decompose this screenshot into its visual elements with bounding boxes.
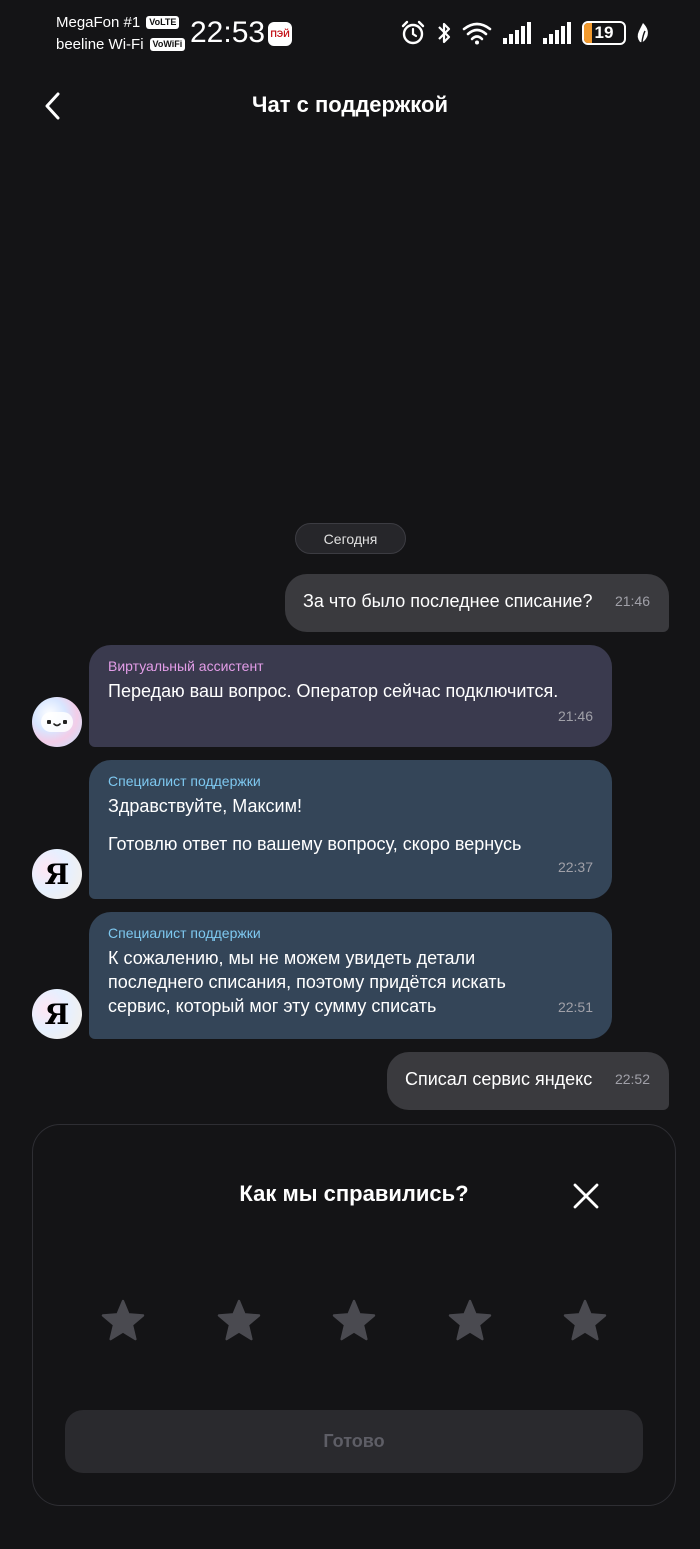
message-line-1: К сожалению, мы не можем увидеть детали (108, 948, 476, 968)
message-incoming-assistant[interactable]: Виртуальный ассистент Передаю ваш вопрос… (89, 645, 612, 747)
signal-icon (542, 21, 572, 45)
message-time: 22:37 (557, 859, 593, 875)
message-text: Списал сервис яндекс (405, 1069, 593, 1089)
battery-icon: 19 (582, 21, 626, 45)
date-separator: Сегодня (295, 523, 406, 554)
signal-icon (502, 21, 532, 45)
star-5-button[interactable] (561, 1297, 609, 1345)
message-text: За что было последнее списание? (303, 591, 593, 611)
message-incoming-support[interactable]: Специалист поддержки Здравствуйте, Макси… (89, 760, 612, 899)
message-line-2: последнего списания, поэтому придётся ис… (108, 972, 506, 992)
star-icon (563, 1299, 607, 1341)
close-button[interactable] (569, 1179, 603, 1213)
rating-stars (99, 1297, 609, 1345)
star-icon (217, 1299, 260, 1341)
star-icon (101, 1299, 145, 1341)
status-icons: 19 (400, 20, 650, 46)
star-icon (332, 1299, 376, 1341)
volte-badge: VoLTE (146, 16, 180, 29)
bluetooth-icon (436, 20, 452, 46)
message-incoming-support[interactable]: Специалист поддержки К сожалению, мы не … (89, 912, 612, 1039)
message-time: 22:52 (614, 1071, 650, 1087)
star-3-button[interactable] (330, 1297, 378, 1345)
pay-app-icon: ПЭЙ (268, 22, 292, 46)
message-text-2: Готовлю ответ по вашему вопросу, скоро в… (108, 834, 522, 854)
message-text: Здравствуйте, Максим! (108, 796, 302, 816)
battery-percent: 19 (594, 23, 614, 42)
star-4-button[interactable] (446, 1297, 494, 1345)
alarm-icon (400, 20, 426, 46)
status-bar: MegaFon #1 VoLTE beeline Wi-Fi VoWiFi 22… (0, 0, 700, 70)
yandex-avatar: Я (32, 849, 82, 899)
message-line-3: сервис, который мог эту сумму списать (108, 996, 437, 1016)
sender-name: Специалист поддержки (108, 925, 261, 941)
message-outgoing[interactable]: За что было последнее списание? 21:46 (285, 574, 669, 632)
message-outgoing[interactable]: Списал сервис яндекс 22:52 (387, 1052, 669, 1110)
vowifi-badge: VoWiFi (149, 38, 186, 51)
chat-header: Чат с поддержкой (0, 80, 700, 132)
sender-name: Специалист поддержки (108, 773, 261, 789)
status-time: 22:53 (190, 16, 266, 49)
star-1-button[interactable] (99, 1297, 147, 1345)
message-time: 22:51 (557, 999, 593, 1015)
message-time: 21:46 (614, 593, 650, 609)
carrier-2-name: beeline Wi-Fi (56, 36, 144, 53)
wifi-icon (462, 21, 492, 45)
star-icon (448, 1299, 491, 1341)
yandex-logo-letter: Я (44, 997, 70, 1031)
battery-fill (584, 23, 592, 43)
robot-face-icon (41, 712, 73, 732)
yandex-avatar: Я (32, 989, 82, 1039)
carrier-1-name: MegaFon #1 (56, 14, 141, 31)
close-icon (573, 1183, 599, 1209)
message-text: Передаю ваш вопрос. Оператор сейчас подк… (108, 681, 559, 701)
assistant-avatar (32, 697, 82, 747)
star-2-button[interactable] (215, 1297, 263, 1345)
yandex-logo-letter: Я (44, 857, 70, 891)
rating-sheet: Как мы справились? Готово (32, 1124, 676, 1506)
page-title: Чат с поддержкой (252, 92, 448, 117)
carrier-1: MegaFon #1 VoLTE (56, 14, 180, 31)
message-time: 21:46 (557, 708, 593, 724)
carrier-2: beeline Wi-Fi VoWiFi (56, 36, 186, 53)
sender-name: Виртуальный ассистент (108, 658, 264, 674)
done-button[interactable]: Готово (65, 1410, 643, 1473)
leaf-icon (636, 22, 650, 44)
